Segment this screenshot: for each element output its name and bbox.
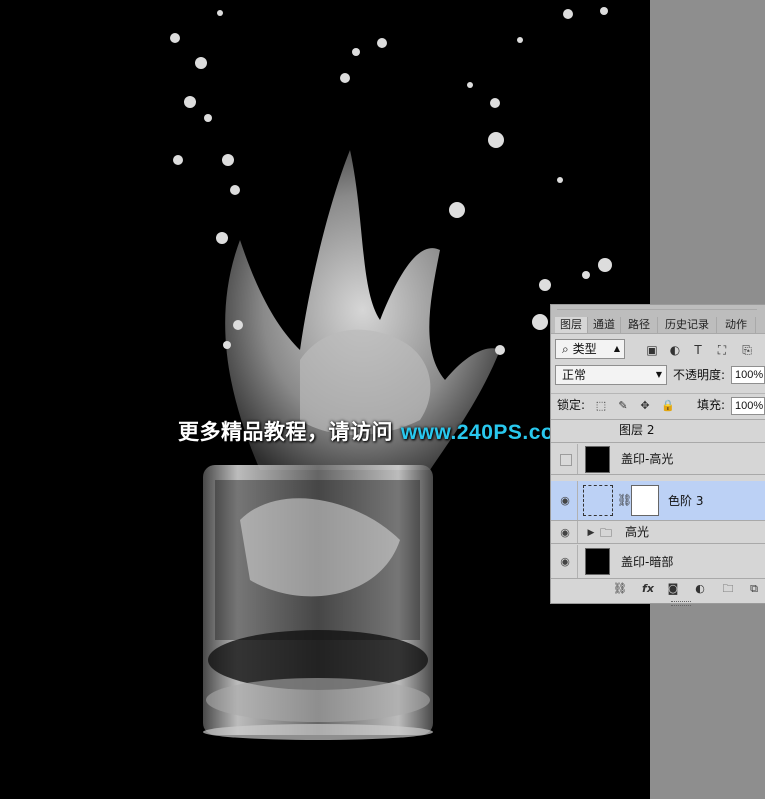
layer-row-layer2[interactable]: 图层 2 xyxy=(551,419,765,443)
lock-position-icon[interactable]: ✥ xyxy=(639,400,651,412)
divider xyxy=(577,481,578,520)
link-icon[interactable]: ⛓ xyxy=(613,582,627,596)
shape-filter-icon[interactable]: ⛶ xyxy=(715,343,729,357)
tab-paths[interactable]: 路径 xyxy=(621,317,658,333)
divider xyxy=(577,444,578,474)
fill-input[interactable]: 100% xyxy=(731,397,765,415)
image-filter-icon[interactable]: ▣ xyxy=(645,343,659,357)
layer-name: 盖印-暗部 xyxy=(621,555,674,569)
filter-row: ⌕ 类型 ▲ ▣ ◐ T ⛶ ⎘ xyxy=(551,337,765,361)
blend-mode-label: 正常 xyxy=(562,368,587,382)
layer-row-stamp-shadow[interactable]: ◉ 盖印-暗部 xyxy=(551,545,765,579)
lock-transparent-icon[interactable]: ⬚ xyxy=(595,400,607,412)
layer-thumbnail xyxy=(585,446,610,473)
opacity-input[interactable]: 100% xyxy=(731,366,765,384)
new-layer-icon[interactable]: ⧉ xyxy=(747,582,761,596)
adjustment-filter-icon[interactable]: ◐ xyxy=(668,343,682,357)
layers-panel[interactable]: 图层 通道 路径 历史记录 动作 ⌕ 类型 ▲ ▣ ◐ T ⛶ ⎘ 正常 ▼ 不… xyxy=(550,304,765,606)
fill-label: 填充: xyxy=(697,398,726,412)
blend-row: 正常 ▼ 不透明度: 100% xyxy=(551,363,765,387)
chevron-down-icon: ▼ xyxy=(655,370,662,379)
search-icon: ⌕ xyxy=(562,342,569,356)
opacity-label: 不透明度: xyxy=(673,368,726,382)
filter-kind-label: 类型 xyxy=(572,342,597,356)
lock-row: 锁定: ⬚ ✎ ✥ 🔒 填充: 100% xyxy=(551,393,765,418)
divider xyxy=(577,545,578,578)
layer-name: 高光 xyxy=(625,525,650,539)
mask-link-icon[interactable]: ⛓ xyxy=(617,493,632,507)
levels-adjustment-icon xyxy=(583,485,613,516)
mask-icon[interactable]: ◙ xyxy=(666,582,680,596)
folder-icon: 🗀 xyxy=(599,526,612,540)
adjustment-icon[interactable]: ◐ xyxy=(693,582,707,596)
layer-name: 图层 2 xyxy=(619,423,655,437)
eye-icon[interactable]: ◉ xyxy=(558,555,572,568)
watermark-text: 更多精品教程，请访问 www.240PS.com xyxy=(178,420,574,444)
layer-name: 盖印-高光 xyxy=(621,452,674,466)
lock-brush-icon[interactable]: ✎ xyxy=(617,400,629,412)
visibility-off-box[interactable] xyxy=(560,454,572,466)
watermark-url: www.240PS.com xyxy=(400,421,574,444)
blend-mode-select[interactable]: 正常 ▼ xyxy=(555,365,667,385)
panel-tabs: 图层 通道 路径 历史记录 动作 xyxy=(551,305,765,334)
panel-resize-grip[interactable] xyxy=(671,601,691,606)
tab-history[interactable]: 历史记录 xyxy=(658,317,717,333)
layer-row-highlight-group[interactable]: ◉ ▶ 🗀 高光 xyxy=(551,521,765,544)
tab-actions[interactable]: 动作 xyxy=(717,317,756,333)
layer-row-stamp-highlight[interactable]: 盖印-高光 xyxy=(551,444,765,475)
layer-thumbnail xyxy=(585,548,610,575)
divider xyxy=(577,521,578,543)
folder-icon[interactable]: 🗀 xyxy=(721,582,735,596)
panel-header-line xyxy=(557,309,757,313)
filter-kind-select[interactable]: ⌕ 类型 ▲ xyxy=(555,339,625,359)
layers-bottom-toolbar: ⛓ fx ◙ ◐ 🗀 ⧉ xyxy=(551,579,765,599)
layer-name: 色阶 3 xyxy=(668,494,704,508)
lock-all-icon[interactable]: 🔒 xyxy=(661,400,675,412)
type-filter-icon[interactable]: T xyxy=(691,343,705,357)
spinner-arrows-icon: ▲ xyxy=(613,344,620,353)
layer-mask-thumbnail[interactable] xyxy=(631,485,659,516)
layer-row-levels3[interactable]: ◉ ⛓ 色阶 3 xyxy=(551,481,765,521)
eye-icon[interactable]: ◉ xyxy=(558,494,572,507)
tab-channels[interactable]: 通道 xyxy=(588,317,621,333)
fx-icon[interactable]: fx xyxy=(641,582,655,596)
eye-icon[interactable]: ◉ xyxy=(558,526,572,539)
smart-object-filter-icon[interactable]: ⎘ xyxy=(740,343,754,357)
lock-label: 锁定: xyxy=(557,398,586,412)
tab-layers[interactable]: 图层 xyxy=(555,317,588,333)
chevron-right-icon[interactable]: ▶ xyxy=(584,526,598,540)
